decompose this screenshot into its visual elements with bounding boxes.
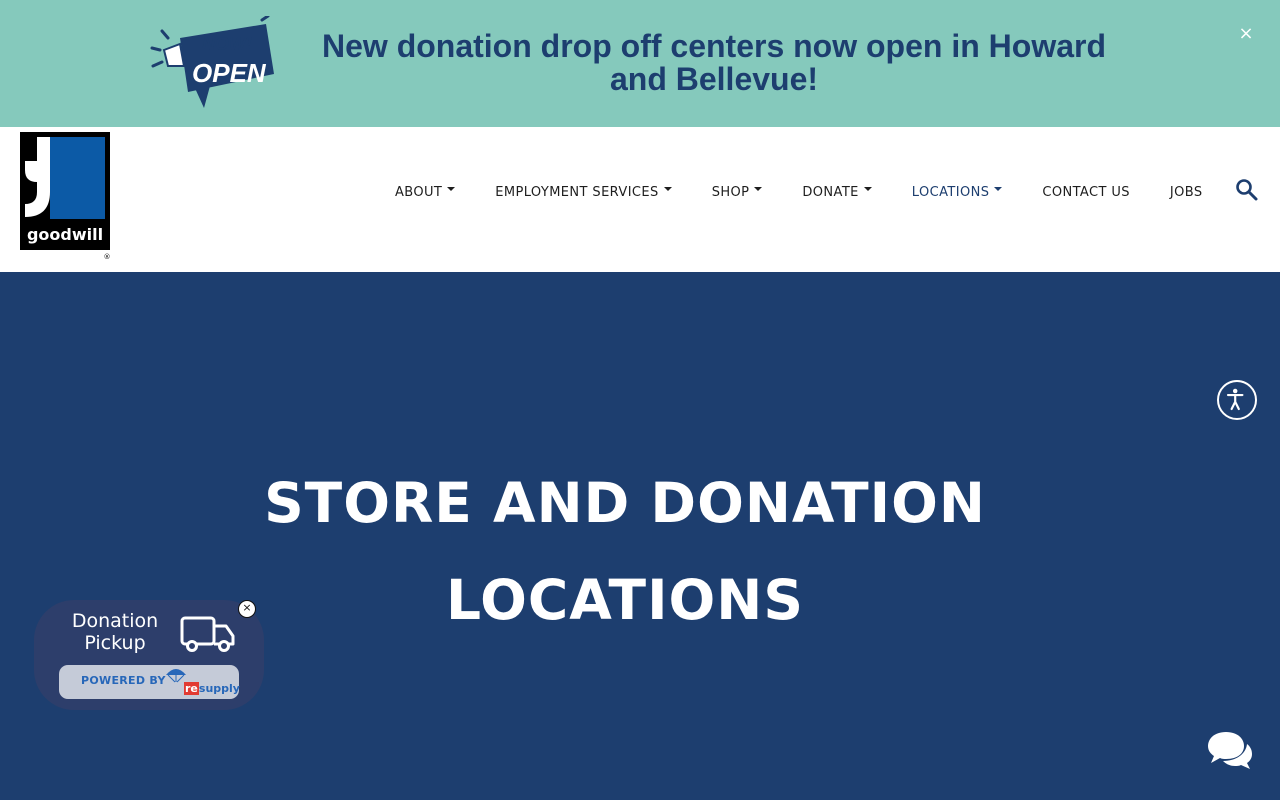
chat-bubbles-icon[interactable] [1204,726,1256,774]
nav-label: LOCATIONS [911,184,990,200]
pickup-close-button[interactable]: × [238,600,256,618]
resupply-wordmark: resupply [184,682,240,695]
site-header: goodwill ® ABOUT EMPLOYMENT SERVICES SHO… [0,127,1280,272]
main-navigation: ABOUT EMPLOYMENT SERVICES SHOP DONATE LO… [375,177,1223,207]
powered-by-resupply: POWERED BY resupply [59,665,240,699]
page-title: STORE AND DONATION LOCATIONS [264,471,986,632]
powered-by-label: POWERED BY [81,674,166,687]
svg-text:goodwill: goodwill [27,225,103,244]
goodwill-logo[interactable]: goodwill ® [20,132,112,260]
nav-label: EMPLOYMENT SERVICES [495,184,659,200]
nav-label: ABOUT [395,184,443,200]
accessibility-icon[interactable] [1217,380,1257,420]
nav-item-about[interactable]: ABOUT [375,177,475,207]
caret-down-icon [863,187,872,191]
nav-label: JOBS [1169,184,1203,200]
parachute-icon [166,669,186,683]
nav-label: DONATE [802,184,859,200]
svg-text:OPEN: OPEN [192,58,267,88]
now-open-badge-icon: NOW! OPEN [150,16,274,108]
pickup-label: Donation Pickup [71,610,159,654]
nav-item-shop[interactable]: SHOP [692,177,783,207]
banner-close-button[interactable]: × [1232,20,1260,48]
resupply-logo: resupply [165,667,240,697]
nav-label: SHOP [711,184,750,200]
banner-message: New donation drop off centers now open i… [322,28,1106,97]
truck-icon [180,616,235,652]
caret-down-icon [994,187,1003,191]
nav-item-locations[interactable]: LOCATIONS [892,177,1023,207]
nav-label: CONTACT US [1042,184,1130,200]
nav-item-employment-services[interactable]: EMPLOYMENT SERVICES [475,177,691,207]
caret-down-icon [447,187,456,191]
search-icon[interactable] [1234,177,1260,203]
nav-item-contact-us[interactable]: CONTACT US [1022,177,1150,207]
caret-down-icon [754,187,763,191]
svg-text:®: ® [104,253,111,260]
nav-item-donate[interactable]: DONATE [782,177,891,207]
caret-down-icon [663,187,672,191]
donation-pickup-widget[interactable]: Donation Pickup POWERED BY resupply [34,600,264,710]
nav-item-jobs[interactable]: JOBS [1150,177,1223,207]
announcement-banner: NOW! OPEN New donation drop off centers … [0,0,1280,127]
svg-text:NOW!: NOW! [202,34,252,54]
